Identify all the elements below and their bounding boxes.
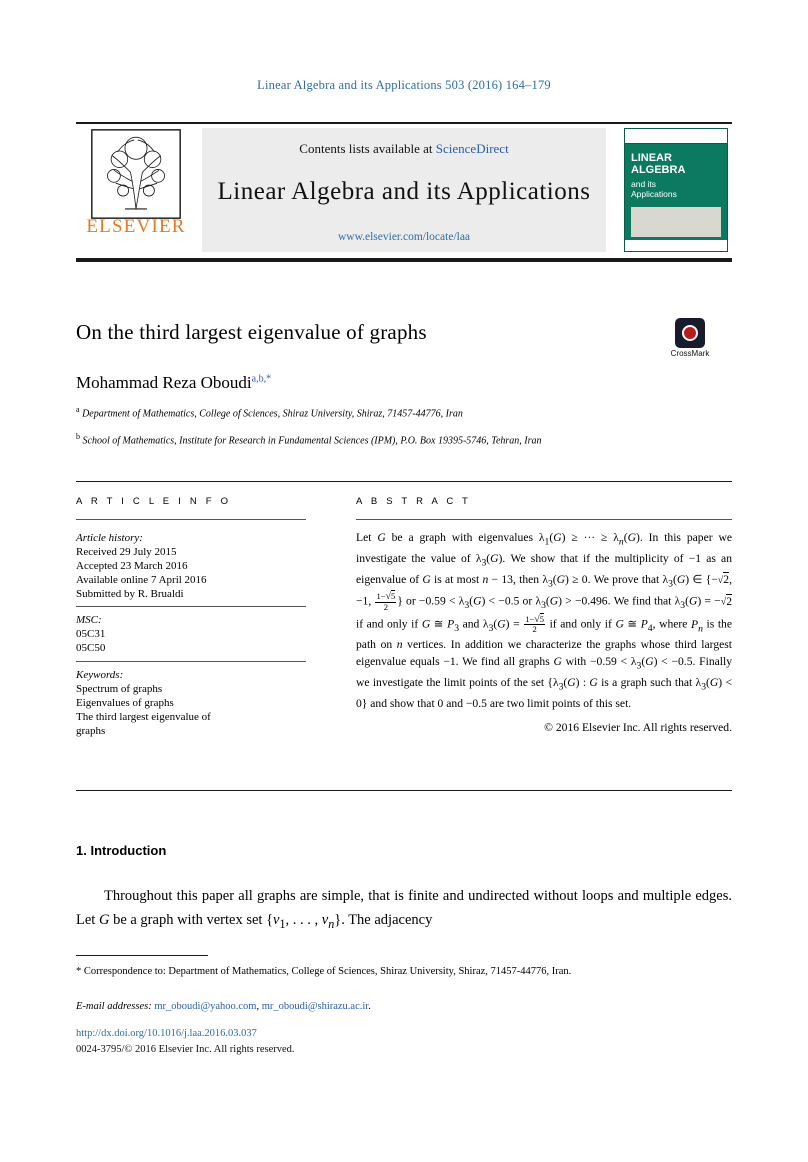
affiliation-a: a Department of Mathematics, College of …	[76, 403, 636, 420]
page-title: On the third largest eigenvalue of graph…	[76, 320, 427, 344]
article-info-heading: A R T I C L E I N F O	[76, 496, 232, 507]
msc-divider-rule	[76, 606, 306, 607]
email-period: .	[368, 1001, 371, 1012]
section-number: 1.	[76, 843, 87, 858]
email-separator: ,	[256, 1001, 260, 1012]
running-head: Linear Algebra and its Applications 503 …	[257, 78, 551, 92]
abstract-bottom-rule	[76, 790, 732, 791]
msc-code-2: 05C50	[76, 642, 106, 654]
affiliation-b-mark: b	[76, 432, 80, 441]
affiliation-b: b School of Mathematics, Institute for R…	[76, 430, 636, 447]
crossmark-label: CrossMark	[670, 349, 710, 358]
issn-copyright-line: 0024-3795/© 2016 Elsevier Inc. All right…	[76, 1044, 295, 1055]
keyword-1: Spectrum of graphs	[76, 683, 163, 695]
crossmark-badge-container[interactable]: CrossMark	[648, 318, 732, 358]
affiliation-b-text: School of Mathematics, Institute for Res…	[82, 435, 542, 447]
keyword-4: graphs	[76, 725, 106, 737]
keywords-label: Keywords:	[76, 669, 124, 681]
intro-paragraph: Throughout this paper all graphs are sim…	[76, 888, 732, 931]
footnote-emails: E-mail addresses: mr_oboudi@yahoo.com, m…	[76, 1000, 732, 1014]
abstract-heading: A B S T R A C T	[356, 496, 472, 507]
masthead-bottom-rule	[76, 258, 732, 262]
contents-prefix: Contents lists available at	[299, 141, 433, 156]
keyword-3: The third largest eigenvalue of	[76, 711, 211, 723]
cover-line4: Applications	[631, 189, 677, 199]
journal-url-link[interactable]: www.elsevier.com/locate/laa	[202, 231, 606, 243]
journal-title: Linear Algebra and its Applications	[217, 178, 591, 205]
keywords-block: Keywords: Spectrum of graphs Eigenvalues…	[76, 668, 306, 738]
journal-cover-thumbnail: LINEAR ALGEBRA and its Applications	[624, 128, 728, 252]
section-heading-introduction: 1. Introduction	[76, 843, 166, 858]
abstract-heading-rule	[356, 519, 732, 520]
elsevier-logo: ELSEVIER	[76, 128, 196, 252]
info-top-rule	[76, 481, 732, 482]
msc-label: MSC:	[76, 614, 102, 626]
cover-title: LINEAR ALGEBRA	[625, 144, 727, 176]
cover-line2: ALGEBRA	[631, 164, 686, 176]
email-label: E-mail addresses:	[76, 1001, 152, 1012]
crossmark-icon	[675, 318, 705, 348]
cover-image	[631, 207, 721, 237]
history-submitted-by: Submitted by R. Brualdi	[76, 588, 184, 600]
page: Linear Algebra and its Applications 503 …	[0, 0, 808, 1162]
affiliation-a-text: Department of Mathematics, College of Sc…	[82, 408, 463, 420]
elsevier-tree-icon	[91, 129, 181, 219]
msc-block: MSC: 05C31 05C50	[76, 613, 306, 655]
history-received: Received 29 July 2015	[76, 546, 177, 558]
author-list: Mohammad Reza Oboudia,b,*	[76, 373, 636, 393]
keywords-divider-rule	[76, 661, 306, 662]
email-link-1[interactable]: mr_oboudi@yahoo.com	[154, 1001, 256, 1012]
keyword-2: Eigenvalues of graphs	[76, 697, 174, 709]
email-link-2[interactable]: mr_oboudi@shirazu.ac.ir	[262, 1001, 368, 1012]
article-history-label: Article history:	[76, 532, 143, 544]
affiliation-a-mark: a	[76, 405, 80, 414]
info-heading-rule	[76, 519, 306, 520]
cover-footer-band	[625, 240, 727, 251]
contents-line: Contents lists available at ScienceDirec…	[202, 141, 606, 157]
journal-center-panel: Contents lists available at ScienceDirec…	[202, 128, 606, 252]
cover-subtitle: and its Applications	[625, 176, 727, 199]
author-name: Mohammad Reza Oboudi	[76, 373, 252, 392]
abstract-text: Let G be a graph with eigenvalues λ1(G) …	[356, 530, 733, 737]
section-title: Introduction	[90, 843, 167, 858]
cover-top-band	[625, 129, 727, 144]
journal-masthead: ELSEVIER Contents lists available at Sci…	[76, 124, 732, 252]
cover-line3: and its	[631, 179, 657, 189]
doi-link[interactable]: http://dx.doi.org/10.1016/j.laa.2016.03.…	[76, 1028, 257, 1039]
footnote-correspondence: * Correspondence to: Department of Mathe…	[76, 966, 572, 977]
footnote-rule	[76, 955, 208, 956]
msc-code-1: 05C31	[76, 628, 106, 640]
elsevier-wordmark: ELSEVIER	[86, 216, 186, 237]
history-accepted: Accepted 23 March 2016	[76, 560, 188, 572]
author-affil-marks[interactable]: a,b,*	[252, 373, 271, 384]
history-available-online: Available online 7 April 2016	[76, 574, 207, 586]
abstract-copyright: © 2016 Elsevier Inc. All rights reserved…	[544, 721, 732, 734]
article-history-block: Article history: Received 29 July 2015 A…	[76, 531, 306, 601]
sciencedirect-link[interactable]: ScienceDirect	[436, 141, 509, 156]
cover-line1: LINEAR	[631, 152, 672, 164]
